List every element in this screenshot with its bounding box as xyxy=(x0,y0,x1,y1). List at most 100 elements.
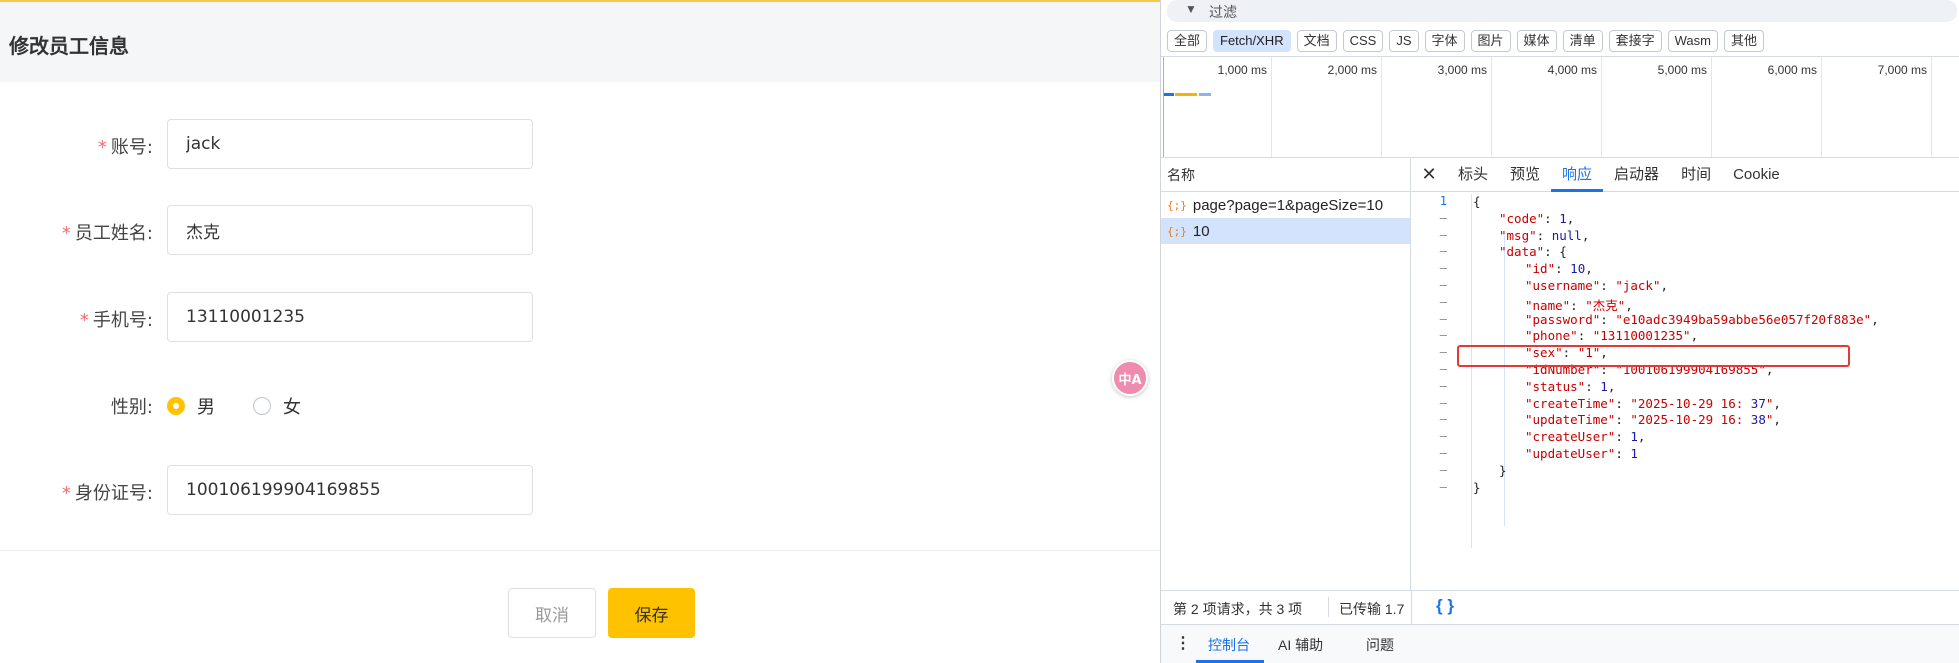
devtools-drawer: ⋮ 控制台 AI 辅助 问题 xyxy=(1161,624,1959,663)
employee-edit-page: 修改员工信息 *账号: *员工姓名: *手机号: 性别: 男 女 xyxy=(0,0,1160,663)
detail-tab[interactable]: 标头 xyxy=(1447,158,1499,192)
timeline-tick-label: 3,000 ms xyxy=(1437,63,1487,77)
response-line-text: "status": 1, xyxy=(1525,378,1616,394)
radio-unchecked-icon xyxy=(253,397,271,415)
line-number: 1 xyxy=(1439,194,1447,208)
filter-chip[interactable]: 清单 xyxy=(1562,30,1603,52)
line-number: – xyxy=(1439,429,1447,444)
drawer-menu-icon[interactable]: ⋮ xyxy=(1175,633,1191,653)
filter-input[interactable]: ▼ 过滤 xyxy=(1167,0,1957,22)
line-number: – xyxy=(1439,345,1447,360)
response-line-text: "id": 10, xyxy=(1525,261,1593,277)
line-number: – xyxy=(1439,278,1447,292)
response-line-text: "updateTime": "2025-10-29 16: 38", xyxy=(1525,412,1781,428)
radio-checked-icon xyxy=(167,397,185,415)
devtools-network-panel: ▼ 过滤 全部 Fetch/XHR 文档 CSS JS 字体 图片 媒体 清单 套接字 Wasm 其他… xyxy=(1160,0,1959,663)
id-number-input[interactable] xyxy=(167,465,533,515)
save-button[interactable]: 保存 xyxy=(608,588,695,638)
drawer-tab-ai-assist[interactable]: AI 辅助 xyxy=(1278,635,1323,655)
response-line-text: } xyxy=(1499,462,1507,478)
status-separator xyxy=(1328,597,1329,617)
radio-label-male: 男 xyxy=(197,397,215,418)
drawer-tab-console[interactable]: 控制台 xyxy=(1208,635,1250,655)
phone-row: * 手机号: xyxy=(0,292,540,342)
response-line-text: { xyxy=(1473,194,1481,209)
sex-label: 性别: xyxy=(110,397,153,418)
id-number-label: * 身份证号: xyxy=(61,483,153,504)
filter-chip[interactable]: Fetch/XHR xyxy=(1213,30,1291,52)
request-row[interactable]: {;} page?page=1&pageSize=10 xyxy=(1161,192,1410,218)
drawer-tab-issues[interactable]: 问题 xyxy=(1366,635,1394,655)
timeline-gridline xyxy=(1491,57,1492,157)
response-line-text: "msg": null, xyxy=(1499,227,1590,243)
form-divider xyxy=(0,550,1160,551)
line-number: – xyxy=(1439,479,1447,494)
filter-chip[interactable]: 图片 xyxy=(1470,30,1511,52)
timeline-tick-label: 6,000 ms xyxy=(1767,63,1817,77)
transferred-text: 已传输 1.7 xyxy=(1339,601,1405,617)
username-input[interactable] xyxy=(167,119,533,169)
network-status-bar: 第 2 项请求，共 3 项 已传输 1.7 { } xyxy=(1161,590,1959,625)
name-column-header[interactable]: 名称 xyxy=(1161,158,1411,192)
xhr-icon: {;} xyxy=(1167,198,1187,212)
timeline-bar xyxy=(1175,93,1197,96)
request-row[interactable]: {;} 10 xyxy=(1161,218,1410,244)
username-row: * 账号: xyxy=(0,119,540,169)
timeline-bar xyxy=(1164,93,1174,96)
filter-chip[interactable]: 其他 xyxy=(1723,30,1764,52)
cancel-button[interactable]: 取消 xyxy=(508,588,596,638)
timeline-gridline xyxy=(1711,57,1712,157)
required-mark: * xyxy=(97,137,107,158)
filter-chip[interactable]: 文档 xyxy=(1296,30,1337,52)
sex-radio-male[interactable]: 男 xyxy=(167,393,215,419)
filter-chip[interactable]: JS xyxy=(1389,30,1419,52)
network-timeline-overview[interactable]: 1,000 ms 2,000 ms 3,000 ms 4,000 ms 5,000 ms… xyxy=(1161,56,1959,158)
response-line-text: "password": "e10adc3949ba59abbe56e057f20… xyxy=(1525,311,1879,327)
line-number: – xyxy=(1439,378,1447,393)
sex-row: 性别: 男 女 xyxy=(0,379,540,429)
close-icon[interactable]: ✕ xyxy=(1411,164,1447,185)
translate-extension-icon[interactable]: 中A xyxy=(1112,360,1148,396)
request-name: 10 xyxy=(1192,222,1210,240)
detail-tab[interactable]: Cookie xyxy=(1722,158,1791,192)
filter-chip[interactable]: 全部 xyxy=(1167,30,1208,52)
filter-chip[interactable]: Wasm xyxy=(1667,30,1718,52)
filter-chip[interactable]: 字体 xyxy=(1424,30,1465,52)
request-detail-tabs: ✕ 标头 预览 响应 启动器 时间 Cookie xyxy=(1411,158,1959,192)
line-number: – xyxy=(1439,244,1447,259)
line-number: – xyxy=(1439,412,1447,427)
filter-chip[interactable]: CSS xyxy=(1342,30,1384,52)
detail-tab[interactable]: 时间 xyxy=(1670,158,1722,192)
line-number: – xyxy=(1439,462,1447,477)
detail-tab[interactable]: 响应 xyxy=(1551,158,1604,192)
timeline-gridline xyxy=(1271,57,1272,157)
line-number: – xyxy=(1439,311,1447,326)
filter-chip[interactable]: 套接字 xyxy=(1608,30,1662,52)
timeline-tick-label: 1,000 ms xyxy=(1217,63,1267,77)
response-line-text: "createTime": "2025-10-29 16: 37", xyxy=(1525,395,1781,411)
phone-input[interactable] xyxy=(167,292,533,342)
screen: 修改员工信息 *账号: *员工姓名: *手机号: 性别: 男 女 xyxy=(0,0,1959,663)
required-mark: * xyxy=(61,483,71,504)
detail-tab[interactable]: 启动器 xyxy=(1603,158,1670,192)
timeline-tick-label: 2,000 ms xyxy=(1327,63,1377,77)
request-count-text: 第 2 项请求，共 3 项 xyxy=(1173,601,1303,617)
sex-radio-female[interactable]: 女 xyxy=(253,393,301,419)
response-viewer: 1 {– "code": 1, – "msg": null, – "data": {– "id… xyxy=(1411,194,1959,588)
timeline-gridline xyxy=(1381,57,1382,157)
detail-tab[interactable]: 预览 xyxy=(1499,158,1551,192)
pretty-print-button[interactable]: { } xyxy=(1436,596,1454,616)
radio-label-female: 女 xyxy=(283,397,301,418)
id-number-row: * 身份证号: xyxy=(0,465,540,515)
line-number: – xyxy=(1439,395,1447,410)
name-input[interactable] xyxy=(167,205,533,255)
password-highlight-box xyxy=(1457,345,1850,367)
filter-chip[interactable]: 媒体 xyxy=(1516,30,1557,52)
required-mark: * xyxy=(61,223,71,244)
timeline-bar xyxy=(1199,93,1211,96)
page-title: 修改员工信息 xyxy=(9,34,129,58)
xhr-icon: {;} xyxy=(1167,224,1187,238)
line-number: – xyxy=(1439,446,1447,460)
status-separator xyxy=(1411,591,1412,625)
line-number: – xyxy=(1439,294,1447,309)
